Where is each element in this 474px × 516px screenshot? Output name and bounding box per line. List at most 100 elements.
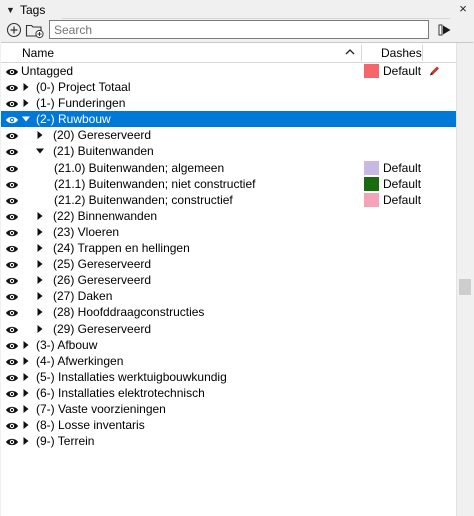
tag-row[interactable]: (22) Binnenwanden [1, 208, 456, 224]
visibility-eye-icon[interactable] [5, 146, 19, 156]
tag-label[interactable]: (8-) Losse inventaris [36, 418, 145, 432]
visibility-eye-icon[interactable] [5, 340, 19, 350]
collapsed-triangle-icon[interactable] [35, 210, 45, 222]
tag-row[interactable]: (25) Gereserveerd [1, 256, 456, 272]
folder-add-icon[interactable] [25, 21, 45, 39]
tag-label[interactable]: (24) Trappen en hellingen [53, 241, 190, 255]
collapsed-triangle-icon[interactable] [35, 290, 45, 302]
tag-label[interactable]: (20) Gereserveerd [53, 128, 151, 142]
visibility-eye-icon[interactable] [5, 179, 19, 189]
collapsed-triangle-icon[interactable] [21, 355, 31, 367]
visibility-eye-icon[interactable] [5, 195, 19, 205]
visibility-eye-icon[interactable] [5, 98, 19, 108]
collapsed-triangle-icon[interactable] [35, 274, 45, 286]
visibility-eye-icon[interactable] [5, 259, 19, 269]
visibility-eye-icon[interactable] [5, 163, 19, 173]
visibility-eye-icon[interactable] [5, 82, 19, 92]
tag-row[interactable]: (9-) Terrein [1, 433, 456, 449]
tag-label[interactable]: (7-) Vaste voorzieningen [36, 402, 166, 416]
column-name-header[interactable]: Name [22, 46, 54, 60]
tag-row[interactable]: (4-) Afwerkingen [1, 353, 456, 369]
visibility-eye-icon[interactable] [5, 436, 19, 446]
collapsed-triangle-icon[interactable] [21, 435, 31, 447]
tag-row[interactable]: (24) Trappen en hellingen [1, 240, 456, 256]
tag-row[interactable]: (7-) Vaste voorzieningen [1, 401, 456, 417]
tag-label[interactable]: (3-) Afbouw [36, 338, 97, 352]
tag-row[interactable]: (8-) Losse inventaris [1, 417, 456, 433]
tag-dashes-value[interactable]: Default [383, 64, 421, 78]
search-input[interactable] [49, 20, 429, 39]
details-arrow-icon[interactable] [436, 21, 454, 39]
tag-label[interactable]: (25) Gereserveerd [53, 257, 151, 271]
tag-label[interactable]: Untagged [21, 64, 73, 78]
tag-row[interactable]: (21.1) Buitenwanden; niet constructief De… [1, 176, 456, 192]
tag-row[interactable]: (21) Buitenwanden [1, 143, 456, 159]
visibility-eye-icon[interactable] [5, 356, 19, 366]
sort-ascending-icon[interactable] [345, 45, 355, 62]
collapsed-triangle-icon[interactable] [21, 97, 31, 109]
scrollbar-thumb[interactable] [459, 279, 471, 295]
tag-label[interactable]: (6-) Installaties elektrotechnisch [36, 386, 205, 400]
tag-label[interactable]: (29) Gereserveerd [53, 322, 151, 336]
visibility-eye-icon[interactable] [5, 275, 19, 285]
tag-label[interactable]: (5-) Installaties werktuigbouwkundig [36, 370, 227, 384]
collapsed-triangle-icon[interactable] [21, 387, 31, 399]
visibility-eye-icon[interactable] [5, 66, 19, 76]
tag-color-swatch[interactable] [364, 192, 379, 207]
visibility-eye-icon[interactable] [5, 114, 19, 124]
tag-row[interactable]: (29) Gereserveerd [1, 321, 456, 337]
tag-row[interactable]: (23) Vloeren [1, 224, 456, 240]
tag-label[interactable]: (9-) Terrein [36, 434, 94, 448]
visibility-eye-icon[interactable] [5, 130, 19, 140]
collapsed-triangle-icon[interactable] [21, 339, 31, 351]
visibility-eye-icon[interactable] [5, 307, 19, 317]
visibility-eye-icon[interactable] [5, 404, 19, 414]
collapsed-triangle-icon[interactable] [35, 306, 45, 318]
tag-dashes-value[interactable]: Default [383, 193, 421, 207]
tag-label[interactable]: (21.2) Buitenwanden; constructief [54, 193, 233, 207]
tag-color-swatch[interactable] [364, 160, 379, 175]
plus-circle-icon[interactable] [5, 21, 23, 39]
visibility-eye-icon[interactable] [5, 372, 19, 382]
tag-label[interactable]: (26) Gereserveerd [53, 273, 151, 287]
collapsed-triangle-icon[interactable] [21, 419, 31, 431]
column-divider[interactable] [422, 45, 423, 61]
collapsed-triangle-icon[interactable] [35, 226, 45, 238]
tag-label[interactable]: (21) Buitenwanden [53, 144, 154, 158]
visibility-eye-icon[interactable] [5, 420, 19, 430]
collapsed-triangle-icon[interactable] [21, 81, 31, 93]
visibility-eye-icon[interactable] [5, 324, 19, 334]
tag-label[interactable]: (0-) Project Totaal [36, 80, 130, 94]
expanded-triangle-icon[interactable] [35, 145, 45, 157]
column-dashes-header[interactable]: Dashes [381, 46, 422, 60]
tag-label[interactable]: (2-) Ruwbouw [36, 112, 111, 126]
tag-row[interactable]: (1-) Funderingen [1, 95, 456, 111]
tag-row[interactable]: (27) Daken [1, 288, 456, 304]
visibility-eye-icon[interactable] [5, 388, 19, 398]
tag-label[interactable]: (28) Hoofddraagconstructies [53, 305, 204, 319]
collapsed-triangle-icon[interactable] [35, 258, 45, 270]
tag-label[interactable]: (1-) Funderingen [36, 96, 125, 110]
visibility-eye-icon[interactable] [5, 243, 19, 253]
tag-row[interactable]: (28) Hoofddraagconstructies [1, 304, 456, 320]
collapsed-triangle-icon[interactable] [35, 323, 45, 335]
tag-label[interactable]: (22) Binnenwanden [53, 209, 157, 223]
tag-label[interactable]: (27) Daken [53, 289, 112, 303]
tag-label[interactable]: (21.0) Buitenwanden; algemeen [54, 161, 224, 175]
visibility-eye-icon[interactable] [5, 211, 19, 221]
collapsed-triangle-icon[interactable] [35, 129, 45, 141]
tag-row[interactable]: (20) Gereserveerd [1, 127, 456, 143]
tag-row[interactable]: (5-) Installaties werktuigbouwkundig [1, 369, 456, 385]
column-divider[interactable] [361, 45, 362, 61]
pencil-icon[interactable] [427, 65, 441, 77]
tag-row[interactable]: Untagged Default [1, 63, 456, 79]
vertical-scrollbar[interactable] [456, 43, 473, 516]
tag-row[interactable]: (21.2) Buitenwanden; constructief Default [1, 192, 456, 208]
visibility-eye-icon[interactable] [5, 227, 19, 237]
tag-row[interactable]: (6-) Installaties elektrotechnisch [1, 385, 456, 401]
close-icon[interactable]: × [456, 2, 470, 16]
tag-color-swatch[interactable] [364, 64, 379, 78]
tag-label[interactable]: (21.1) Buitenwanden; niet constructief [54, 177, 255, 191]
expanded-triangle-icon[interactable] [21, 113, 31, 125]
tag-row[interactable]: (21.0) Buitenwanden; algemeen Default [1, 160, 456, 176]
